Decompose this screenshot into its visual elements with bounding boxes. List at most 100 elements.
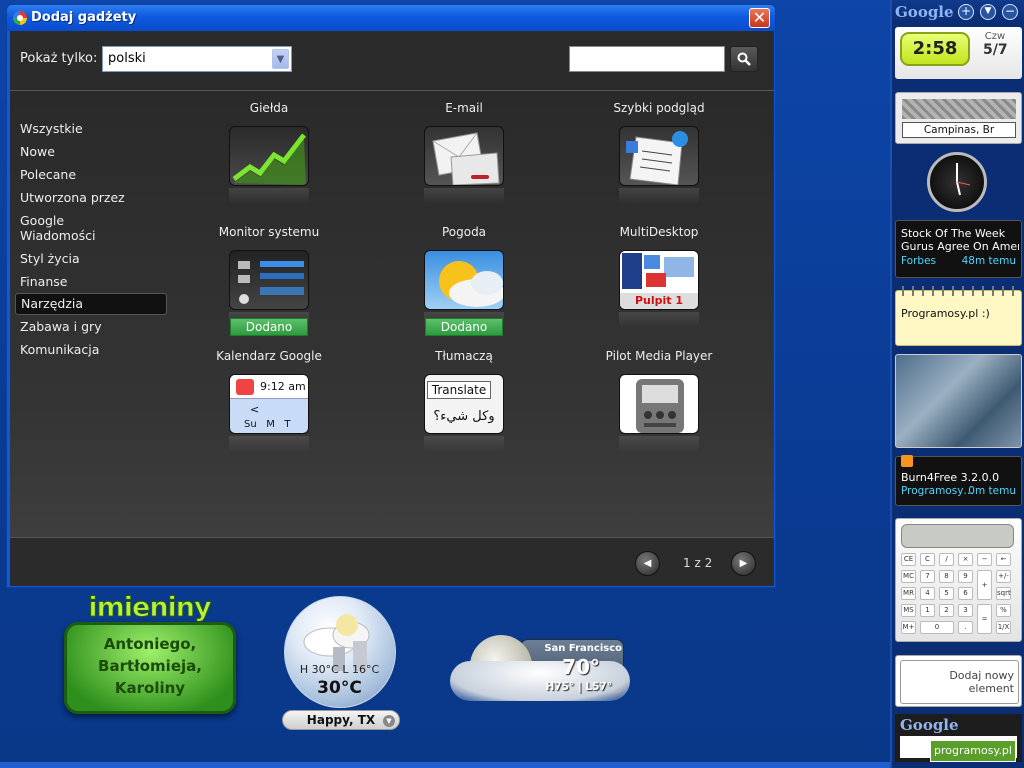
calculator-key[interactable]: 8 [939,570,954,583]
multidesktop-icon[interactable]: Pulpit 1 [619,250,699,310]
add-new-gadget[interactable]: Dodaj nowy element [895,655,1022,707]
google-logo[interactable]: Google [895,3,954,21]
calculator-display [901,524,1014,548]
category-recommended[interactable]: Polecane [20,163,170,186]
add-gadget-icon[interactable]: + [958,4,974,20]
news-source: Forbes [901,255,937,267]
menu-dropdown-icon[interactable]: ▼ [980,4,996,20]
category-by-google[interactable]: Utworzona przez Google [20,186,170,228]
digital-clock-gadget[interactable]: 2:58 Czw 5/7 [895,27,1022,79]
nameday-name: Antoniego, [103,635,197,653]
calendar-icon[interactable]: 9:12 am < Su M T [229,374,309,434]
analog-clock-icon[interactable] [927,152,987,212]
calculator-key[interactable]: 5 [939,587,954,600]
calculator-key[interactable]: sqrt [996,587,1011,600]
previous-page-button[interactable]: ◀ [635,551,660,576]
gadget-tile[interactable]: Kalendarz Google 9:12 am < Su M T [189,349,349,452]
calculator-key[interactable]: 4 [920,587,935,600]
note-text[interactable]: Programosy.pl :) [901,307,990,320]
calculator-key[interactable]: + [977,570,992,600]
gadget-tile[interactable]: Pogoda Dodano [384,225,544,336]
weather-globe-widget[interactable]: H 30°C L 16°C 30°C Happy, TX ▼ [282,596,400,731]
gadget-tile[interactable]: Monitor systemu Dodano [189,225,349,336]
map-city-input[interactable]: Campinas, Br [902,122,1016,138]
category-tools[interactable]: Narzędzia [15,293,167,315]
rss-title[interactable]: Burn4Free 3.2.0.0 [901,471,999,484]
category-lifestyle[interactable]: Styl życia [20,247,170,270]
quick-view-icon[interactable] [619,126,699,186]
gadget-browser: Wszystkie Nowe Polecane Utworzona przez … [10,91,774,537]
close-button[interactable]: ✕ [749,8,770,28]
gadget-name: Giełda [249,101,289,115]
calculator-key[interactable]: / [939,553,954,566]
system-monitor-icon[interactable] [229,250,309,310]
icon-reflection [424,436,504,452]
calculator-key[interactable]: . [958,621,973,634]
news-headline-2[interactable]: Gurus Agree On Ameri… [901,240,1019,253]
gadget-tile[interactable]: E-mail [384,101,544,204]
calculator-key[interactable]: M+ [901,621,916,634]
calculator-key[interactable]: 6 [958,587,973,600]
gadget-tile[interactable]: MultiDesktop Pulpit 1 [579,225,739,328]
notepad-rings [902,286,1016,296]
add-new-label[interactable]: Dodaj nowy element [900,660,1019,704]
calculator-key[interactable]: − [977,553,992,566]
map-gadget[interactable]: Campinas, Br [895,92,1022,144]
gadget-tile[interactable]: Giełda [189,101,349,204]
calculator-key[interactable]: MS [901,604,916,617]
icon-reflection [619,312,699,328]
search-button[interactable] [730,46,758,72]
calculator-key[interactable]: 9 [958,570,973,583]
search-input[interactable] [569,46,725,72]
add-gadgets-window: Dodaj gadżety ✕ Pokaż tylko: polski ▼ Ws… [6,4,776,588]
globe-temp: 30°C [317,678,362,698]
category-all[interactable]: Wszystkie [20,117,170,140]
category-communication[interactable]: Komunikacja [20,338,170,361]
globe-city-selector[interactable]: Happy, TX ▼ [282,710,400,730]
calculator-key[interactable]: = [977,604,992,634]
calculator-key[interactable]: 0 [920,621,954,634]
calculator-key[interactable]: 2 [939,604,954,617]
category-news[interactable]: Wiadomości [20,224,170,247]
next-page-button[interactable]: ▶ [731,551,756,576]
news-headline-1[interactable]: Stock Of The Week [901,227,1019,240]
calculator-key[interactable]: MC [901,570,916,583]
category-new[interactable]: Nowe [20,140,170,163]
calculator-key[interactable]: MR [901,587,916,600]
calculator-key[interactable]: × [958,553,973,566]
minimize-sidebar-icon[interactable]: − [1002,4,1018,20]
sidebar-header: Google + ▼ − [892,0,1024,24]
category-games[interactable]: Zabawa i gry [20,315,170,338]
calculator-key[interactable]: 1/X [996,621,1011,634]
stock-chart-icon[interactable] [229,126,309,186]
calculator-key[interactable]: 3 [958,604,973,617]
news-gadget[interactable]: Stock Of The Week Gurus Agree On Ameri… … [895,220,1022,278]
language-select[interactable]: polski ▼ [102,46,292,72]
calculator-key[interactable]: C [920,553,935,566]
nameday-widget[interactable]: imieniny Antoniego, Bartłomieja, Karolin… [62,592,237,722]
calculator-key[interactable]: ← [996,553,1011,566]
calculator-key[interactable]: 7 [920,570,935,583]
gadget-tile[interactable]: Pilot Media Player [579,349,739,452]
weather-sf-widget[interactable]: San Francisco 70° H75° | L57° [450,635,635,710]
calendar-days: Su M T [244,419,291,430]
calculator-key[interactable]: +/- [996,570,1011,583]
category-finance[interactable]: Finanse [20,270,170,293]
calculator-gadget[interactable]: CE C / × − ← MC 7 8 9 + +/- MR 4 5 6 sqrt MS 1 2 3 =% M+ 0. 1/X [895,518,1022,642]
rss-gadget[interactable]: Burn4Free 3.2.0.0 Programosy… 0m temu [895,455,1022,506]
title-bar[interactable]: Dodaj gadżety ✕ [7,5,775,31]
gadget-tile[interactable]: Tłumaczą Translate وكل شيء؟ [384,349,544,452]
calculator-key[interactable]: CE [901,553,916,566]
chevron-down-icon[interactable]: ▼ [383,715,395,727]
gadget-tile[interactable]: Szybki podgląd [579,101,739,204]
sf-temp: 70° [562,655,600,679]
translate-icon[interactable]: Translate وكل شيء؟ [424,374,504,434]
notes-gadget[interactable]: Programosy.pl :) [895,286,1022,346]
email-icon[interactable] [424,126,504,186]
weather-icon[interactable] [424,250,504,310]
photo-gadget[interactable] [895,354,1022,448]
calculator-key[interactable]: % [996,604,1011,617]
chevron-down-icon[interactable]: ▼ [272,49,289,69]
calculator-key[interactable]: 1 [920,604,935,617]
media-player-icon[interactable] [619,374,699,434]
